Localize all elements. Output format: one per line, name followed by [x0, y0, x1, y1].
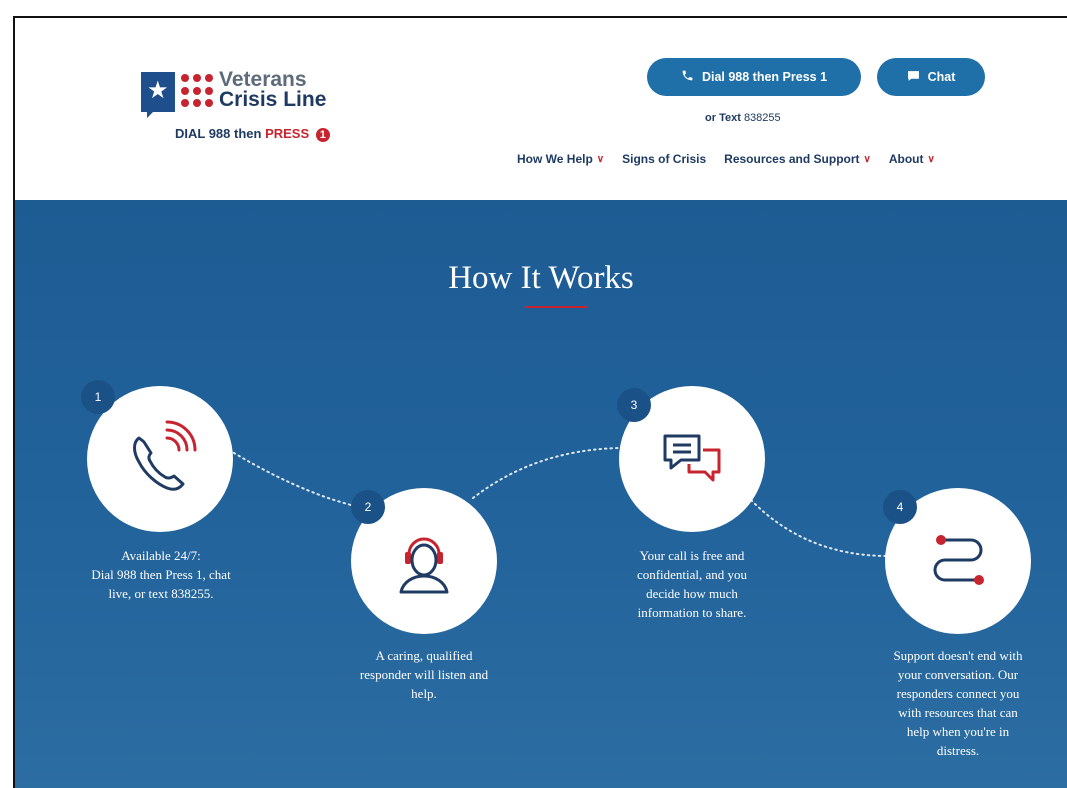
step-1-line: Available 24/7: [121, 548, 201, 563]
flag-icon: ★ [141, 72, 175, 118]
step-4-text: Support doesn't end with your conversati… [867, 646, 1049, 760]
step-1-text: Available 24/7: Dial 988 then Press 1, c… [69, 546, 253, 603]
step-3-line: decide how much [646, 586, 738, 601]
text-or-prefix: or [705, 112, 716, 124]
chat-button[interactable]: Chat [877, 58, 985, 96]
nav-item-label: About [888, 152, 924, 166]
text-number: 838255 [743, 112, 781, 124]
step-4-line: your conversation. Our [897, 667, 1019, 682]
phone-icon [681, 69, 694, 85]
step-2-line: A caring, qualified [375, 648, 473, 663]
logo-tagline-press: PRESS [265, 126, 310, 141]
logo-tagline-prefix: DIAL 988 then [175, 126, 262, 141]
nav-item-label: Resources and Support [724, 152, 860, 166]
text-link[interactable]: Text [719, 112, 741, 124]
step-4-line: with resources that can [898, 705, 1018, 720]
nav-item-label: How We Help [517, 152, 593, 166]
browser-frame: ★ Veterans Crisis Line DIAL 988 then PRE… [13, 16, 1067, 788]
logo-tagline-digit: 1 [315, 127, 330, 142]
step-1-line: Dial 988 then Press 1, chat [91, 567, 231, 582]
veterans-crisis-line-logo[interactable]: ★ Veterans Crisis Line DIAL 988 then PRE… [141, 68, 351, 162]
chat-button-label: Chat [927, 70, 956, 84]
text-number-line: or Text 838255 [705, 112, 781, 124]
step-4-line: distress. [936, 743, 980, 758]
step-2-badge: 2 [351, 490, 385, 524]
logo-wordmark: Veterans Crisis Line [219, 68, 327, 111]
step-2-line: responder will listen and [359, 667, 489, 682]
logo-name-line2: Crisis Line [219, 88, 327, 111]
dots-icon [181, 74, 217, 110]
main-nav: How We Help ∨ Signs of Crisis Resources … [517, 152, 935, 166]
step-4-line: responders connect you [896, 686, 1020, 701]
step-2-text: A caring, qualified responder will liste… [333, 646, 515, 703]
logo-tagline: DIAL 988 then PRESS 1 [175, 126, 330, 142]
step-3-line: information to share. [637, 605, 747, 620]
nav-item-label: Signs of Crisis [622, 152, 707, 166]
site-header: ★ Veterans Crisis Line DIAL 988 then PRE… [15, 18, 1067, 200]
step-3-line: confidential, and you [636, 567, 748, 582]
logo-name-line1: Veterans [219, 68, 307, 91]
dial-988-button[interactable]: Dial 988 then Press 1 [647, 58, 861, 96]
step-1-badge: 1 [81, 380, 115, 414]
chat-bubble-icon [907, 70, 920, 85]
step-3-text: Your call is free and confidential, and … [601, 546, 783, 622]
step-4-line: Support doesn't end with [893, 648, 1023, 663]
step-3-badge: 3 [617, 388, 651, 422]
step-2-line: help. [411, 686, 437, 701]
how-it-works-section: How It Works 1 Available 24/7: Dial 988 … [15, 200, 1067, 788]
chevron-down-icon: ∨ [596, 153, 605, 165]
chevron-down-icon: ∨ [927, 153, 935, 165]
step-4-badge: 4 [883, 490, 917, 524]
nav-item-signs-of-crisis[interactable]: Signs of Crisis [622, 152, 706, 166]
nav-item-resources-and-support[interactable]: Resources and Support ∨ [724, 152, 871, 166]
step-4-line: help when you're in [906, 724, 1010, 739]
nav-item-about[interactable]: About ∨ [889, 152, 935, 166]
nav-item-how-we-help[interactable]: How We Help ∨ [517, 152, 604, 166]
chevron-down-icon: ∨ [863, 153, 871, 165]
step-3-line: Your call is free and [639, 548, 745, 563]
step-1-line: live, or text 838255. [108, 586, 214, 601]
dial-button-label: Dial 988 then Press 1 [701, 70, 828, 84]
star-icon: ★ [147, 77, 169, 104]
